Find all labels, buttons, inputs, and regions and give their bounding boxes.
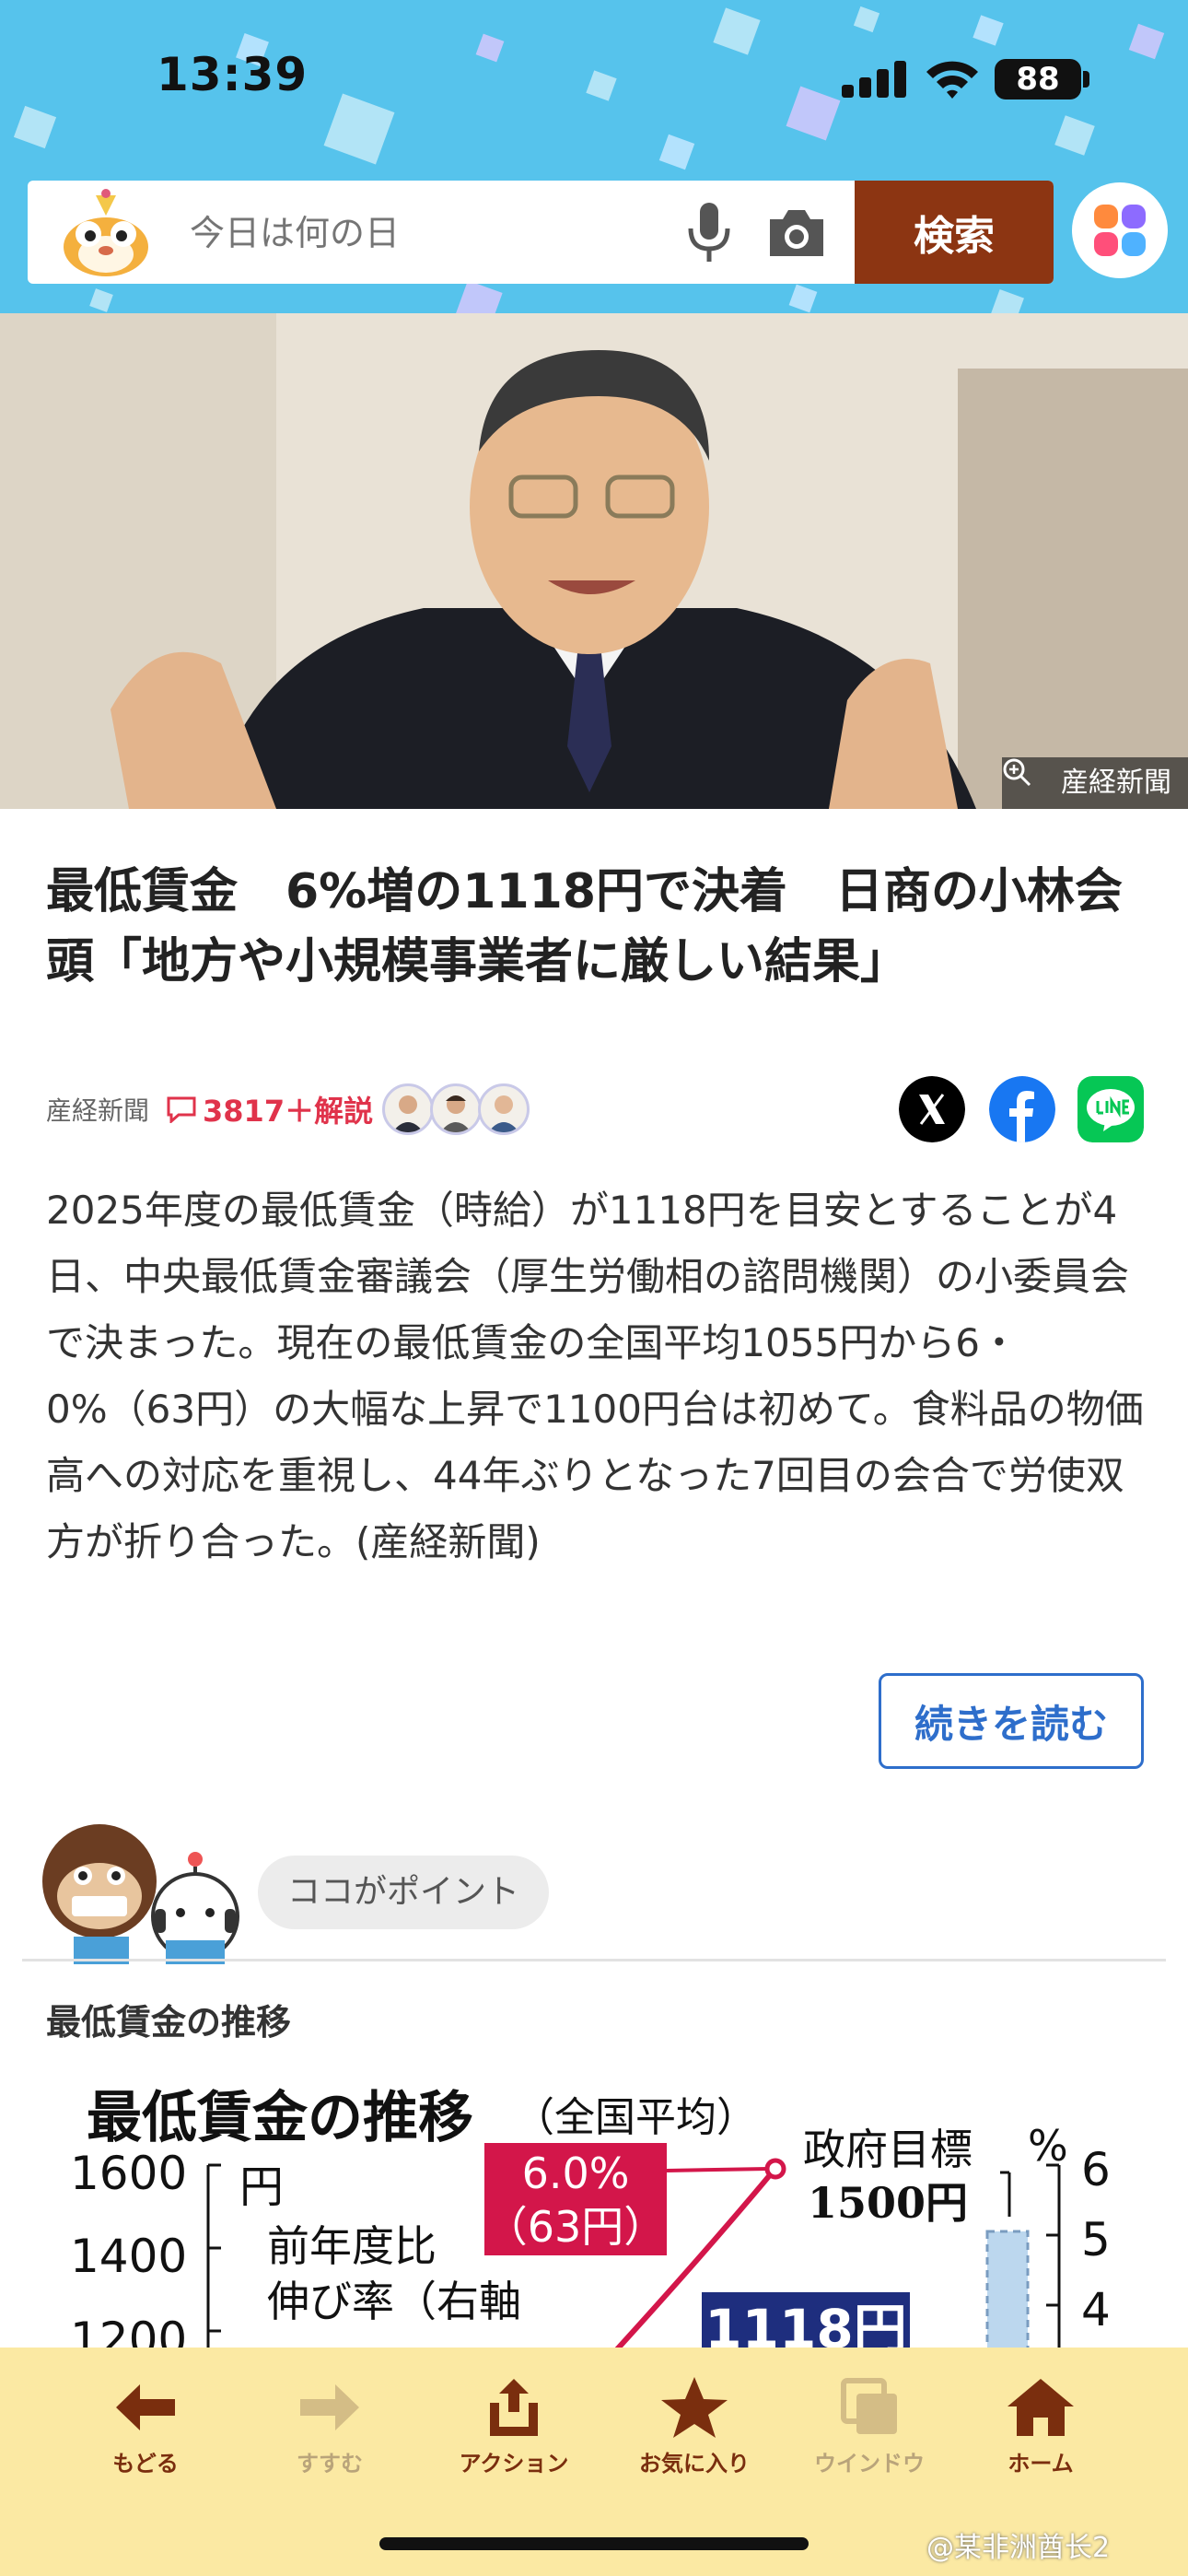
home-icon [1007, 2379, 1074, 2436]
battery-indicator: 88 [995, 59, 1081, 100]
y2-tick-label: 5 [1081, 2213, 1111, 2266]
point-label[interactable]: ココがポイント [258, 1856, 550, 1929]
x-share-icon[interactable] [899, 1076, 965, 1142]
article-title: 最低賃金 6%増の1118円で決着 日商の小林会頭「地方や小規模事業者に厳しい結… [46, 864, 1124, 989]
star-icon [661, 2377, 728, 2438]
y-tick-label: 1400 [70, 2230, 188, 2283]
wage-chart[interactable]: 最低賃金の推移 （全国平均） 1600 1400 1200 円 前年度比 伸び率… [46, 2055, 1188, 2349]
action-label: アクション [459, 2451, 569, 2476]
series-label: 前年度比 [267, 2221, 437, 2271]
photo-credit[interactable]: 産経新聞 [1002, 757, 1188, 809]
comments-count: 3817＋解説 [203, 1094, 374, 1129]
target-label-line2: 1500円 [807, 2178, 969, 2228]
y2-tick-label: 4 [1081, 2283, 1111, 2336]
mascot-characters-icon [42, 1824, 239, 1964]
line-share-icon[interactable] [1077, 1076, 1144, 1142]
article-summary: 2025年度の最低賃金（時給）が1118円を目安とすることが4日、中央最低賃金審… [46, 1188, 1144, 1564]
photo-credit-text: 産経新聞 [1061, 767, 1171, 799]
y2-axis-unit: % [1028, 2121, 1068, 2171]
back-label: もどる [112, 2451, 179, 2476]
chart-title: 最低賃金の推移 [87, 2086, 473, 2150]
search-button[interactable]: 検索 [855, 181, 1054, 284]
share-icon [490, 2379, 538, 2436]
favorites-button[interactable]: お気に入り [611, 2375, 777, 2486]
window-label: ウインドウ [814, 2451, 925, 2476]
series-label-axis: 伸び率（右軸 [267, 2277, 521, 2326]
microphone-icon[interactable] [683, 201, 735, 263]
home-indicator[interactable] [379, 2537, 809, 2550]
cellular-signal-icon [842, 57, 906, 98]
y2-tick-label: 6 [1081, 2143, 1111, 2196]
avatar [478, 1083, 530, 1135]
favorites-label: お気に入り [639, 2451, 750, 2476]
zoom-icon [1003, 758, 1031, 787]
section-heading: 最低賃金の推移 [46, 2002, 292, 2043]
photo-illustration [0, 313, 1188, 809]
status-time: 13:39 [157, 48, 309, 101]
window-button[interactable]: ウインドウ [786, 2375, 952, 2486]
forward-button[interactable]: すすむ [247, 2375, 413, 2486]
y-tick-label: 1600 [70, 2147, 188, 2200]
facebook-share-icon[interactable] [989, 1076, 1055, 1142]
current-value-label: 1118円 [702, 2292, 910, 2349]
action-button[interactable]: アクション [431, 2375, 597, 2486]
watermark: @某非洲酋长2 [926, 2532, 1111, 2564]
article-meta: 産経新聞 3817＋解説 [46, 1080, 530, 1139]
window-icon [841, 2378, 897, 2434]
target-label: 政府目標 1500円 [803, 2123, 973, 2230]
forward-arrow-icon [300, 2384, 359, 2430]
battery-tip [1083, 71, 1089, 88]
back-arrow-icon [116, 2384, 175, 2430]
home-label: ホーム [1007, 2451, 1074, 2476]
target-label-line1: 政府目標 [803, 2125, 973, 2174]
target-bar [985, 2230, 1030, 2349]
avatar [430, 1083, 483, 1135]
forward-label: すすむ [297, 2451, 363, 2476]
commentator-avatars[interactable] [382, 1083, 530, 1135]
avatar [382, 1083, 435, 1135]
search-input[interactable] [190, 208, 669, 258]
read-more-button[interactable]: 続きを読む [879, 1673, 1144, 1769]
chart-subtitle: （全国平均） [514, 2094, 757, 2141]
y-axis-unit: 円 [239, 2161, 285, 2213]
back-button[interactable]: もどる [63, 2375, 228, 2486]
callout-percent: 6.0% [521, 2149, 630, 2198]
ai-assistant-icon[interactable] [1072, 182, 1168, 278]
home-button[interactable]: ホーム [958, 2375, 1124, 2486]
callout-yen: （63円） [484, 2202, 667, 2252]
mascot-logo-icon [64, 189, 148, 276]
divider [22, 1959, 1166, 1961]
comment-icon [167, 1096, 196, 1123]
growth-callout: 6.0% （63円） [484, 2143, 667, 2255]
article-source[interactable]: 産経新聞 [46, 1091, 149, 1128]
article-photo[interactable]: 産経新聞 [0, 313, 1188, 809]
growth-point [764, 2158, 786, 2180]
comments-link[interactable]: 3817＋解説 [166, 1088, 373, 1130]
y-tick-label: 1200 [70, 2313, 188, 2349]
camera-icon[interactable] [764, 203, 829, 262]
wifi-icon [926, 61, 978, 99]
search-bar: 検索 [28, 181, 1054, 284]
callout-pointer [666, 2167, 769, 2172]
